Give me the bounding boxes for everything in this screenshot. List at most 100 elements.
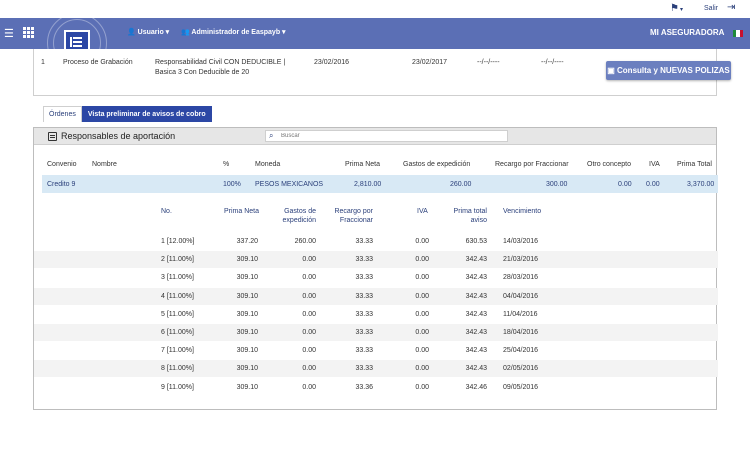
cell-no: 9 [11.00%] xyxy=(161,383,194,391)
cell-prima-total: 342.46 xyxy=(465,383,487,391)
flag-icon[interactable]: ⚑▾ xyxy=(670,3,683,14)
order-date-blank-2: --/--/---- xyxy=(541,59,564,66)
cell-iva: 0.00 xyxy=(415,329,429,336)
cell-prima-neta: 309.10 xyxy=(236,274,258,282)
users-icon: 👥 xyxy=(181,29,190,36)
cell-no: 3 [11.00%] xyxy=(161,274,194,282)
cell-prima-total: 342.43 xyxy=(465,292,487,300)
user-menu-label: Usuario xyxy=(137,29,164,36)
cell-vencimiento: 18/04/2016 xyxy=(503,329,539,336)
cell-gastos: 0.00 xyxy=(302,383,316,391)
detail-col-recargo-line1: Recargo por xyxy=(334,208,373,215)
cell-prima-total: 342.43 xyxy=(465,256,487,264)
summary-data-row[interactable]: Credito 9 100% PESOS MEXICANOS 2,810.00 … xyxy=(42,175,718,193)
cell-prima-total: 342.43 xyxy=(465,365,487,373)
detail-col-vencimiento: Vencimiento xyxy=(503,208,542,215)
col-iva: IVA xyxy=(649,161,660,168)
search-icon[interactable]: ⌕ xyxy=(269,131,273,141)
logout-link[interactable]: Salir xyxy=(704,5,718,12)
app-header: ☰ 👤 Usuario ▾ 👥 Administrador de Easpayb… xyxy=(0,13,750,73)
consulta-button[interactable]: ▣ Consulta y NUEVAS POLIZAS xyxy=(606,61,731,80)
cell-recargo: 33.33 xyxy=(355,329,373,336)
exit-icon[interactable]: ⇥ xyxy=(727,2,735,13)
cell-vencimiento: 21/03/2016 xyxy=(503,256,539,264)
detail-col-total-line1: Prima total xyxy=(453,208,487,215)
search-input[interactable] xyxy=(281,131,501,141)
cell-iva: 0.00 xyxy=(415,292,429,300)
cell-no: 1 [12.00%] xyxy=(161,238,195,245)
cell-recargo: 33.33 xyxy=(355,274,373,282)
cell-prima-neta: 309.10 xyxy=(236,383,258,391)
apps-grid-icon[interactable] xyxy=(23,27,34,38)
clipboard-icon xyxy=(48,132,57,141)
table-row[interactable]: 3 [11.00%] 309.10 0.00 33.33 0.00 342.43 28/03… xyxy=(34,269,718,286)
cell-vencimiento: 11/04/2016 xyxy=(503,310,538,318)
col-convenio: Convenio xyxy=(47,161,77,168)
cell-iva: 0.00 xyxy=(415,310,429,318)
cell-recargo: 33.33 xyxy=(355,365,373,373)
table-row[interactable]: 2 [11.00%] 309.10 0.00 33.33 0.00 342.43 21/03… xyxy=(34,251,718,269)
mexico-flag-icon[interactable] xyxy=(733,30,743,37)
cell-prima-neta: 309.10 xyxy=(236,365,258,373)
cell-no: 8 [11.00%] xyxy=(161,365,194,373)
cell-prima-neta: 309.10 xyxy=(236,347,258,355)
cell-no: 5 [11.00%] xyxy=(161,310,194,318)
table-row[interactable]: 6 [11.00%] 309.10 0.00 33.33 0.00 342.43 18/04… xyxy=(34,324,718,341)
cell-prima-neta: 309.10 xyxy=(236,256,258,264)
order-description: Responsabilidad Civil CON DEDUCIBLE | Bas… xyxy=(155,58,285,78)
cell-prima-total: 630.53 xyxy=(465,238,487,245)
order-process: Proceso de Grabación xyxy=(63,59,133,66)
cell-iva: 0.00 xyxy=(415,383,429,391)
detail-col-total-line2: aviso xyxy=(470,217,487,224)
cell-prima-neta: 309.10 xyxy=(236,310,258,318)
tab-vista-preliminar[interactable]: Vista preliminar de avisos de cobro xyxy=(81,106,212,122)
order-end-date: 23/02/2017 xyxy=(412,59,448,66)
cell-iva: 0.00 xyxy=(415,274,429,282)
cell-gastos: 260.00 xyxy=(450,181,472,188)
admin-menu[interactable]: 👥 Administrador de Easpayb ▾ xyxy=(181,28,286,36)
table-row[interactable]: 4 [11.00%] 309.10 0.00 33.33 0.00 342.43 04/04… xyxy=(34,287,718,305)
cell-no: 7 [11.00%] xyxy=(161,347,194,355)
col-otro: Otro concepto xyxy=(587,161,631,168)
chevron-down-icon: ▾ xyxy=(679,7,683,13)
cell-gastos: 0.00 xyxy=(302,365,316,373)
cell-vencimiento: 14/03/2016 xyxy=(503,238,539,245)
table-row[interactable]: 5 [11.00%] 309.10 0.00 33.33 0.00 342.43 11/04… xyxy=(34,306,718,323)
detail-col-gastos-line1: Gastos de xyxy=(284,208,316,215)
detail-col-gastos: Gastos de expedición xyxy=(274,207,316,225)
user-icon: 👤 xyxy=(127,29,136,36)
col-moneda: Moneda xyxy=(255,161,281,168)
col-gastos: Gastos de expedición xyxy=(403,161,471,168)
cell-recargo: 33.33 xyxy=(355,256,373,264)
cell-prima-neta: 309.10 xyxy=(236,292,258,300)
cell-iva: 0.00 xyxy=(415,365,429,373)
summary-header-row: Convenio Nombre % Moneda Prima Neta Gast… xyxy=(42,159,718,169)
hamburger-menu-icon[interactable]: ☰ xyxy=(4,27,14,40)
table-row[interactable]: 7 [11.00%] 309.10 0.00 33.33 0.00 342.43 25/04… xyxy=(34,342,718,359)
table-row[interactable]: 8 [11.00%] 309.10 0.00 33.33 0.00 342.43 02/05… xyxy=(34,360,718,378)
table-row[interactable]: 9 [11.00%] 309.10 0.00 33.36 0.00 342.46 09/05… xyxy=(34,379,718,396)
cell-otro: 0.00 xyxy=(618,181,632,188)
order-index: 1 xyxy=(41,59,45,66)
cell-recargo: 33.36 xyxy=(355,383,373,391)
order-start-date: 23/02/2016 xyxy=(314,59,350,66)
table-row[interactable]: 1 [12.00%] 337.20 260.00 33.33 0.00 630.53 14/… xyxy=(34,233,718,250)
cell-percent: 100% xyxy=(223,181,241,188)
tab-ordenes[interactable]: Órdenes xyxy=(43,106,82,122)
admin-menu-label: Administrador de Easpayb xyxy=(191,29,281,36)
consulta-button-label: Consulta y NUEVAS POLIZAS xyxy=(617,66,730,75)
cell-gastos: 0.00 xyxy=(302,274,316,282)
col-percent: % xyxy=(223,161,230,168)
col-prima-total: Prima Total xyxy=(677,161,712,168)
cell-vencimiento: 28/03/2016 xyxy=(503,274,539,282)
cell-prima-neta: 309.10 xyxy=(236,329,258,336)
cell-no: 6 [11.00%] xyxy=(161,329,194,336)
document-icon: ▣ xyxy=(607,66,615,75)
brand-name: MI ASEGURADORA xyxy=(650,28,725,37)
cell-prima-neta: 337.20 xyxy=(236,238,258,245)
cell-recargo: 33.33 xyxy=(355,347,373,355)
cell-vencimiento: 09/05/2016 xyxy=(503,383,539,391)
user-menu[interactable]: 👤 Usuario ▾ xyxy=(127,28,169,36)
detail-col-prima-neta: Prima Neta xyxy=(224,208,260,215)
detail-col-gastos-line2: expedición xyxy=(282,217,316,224)
